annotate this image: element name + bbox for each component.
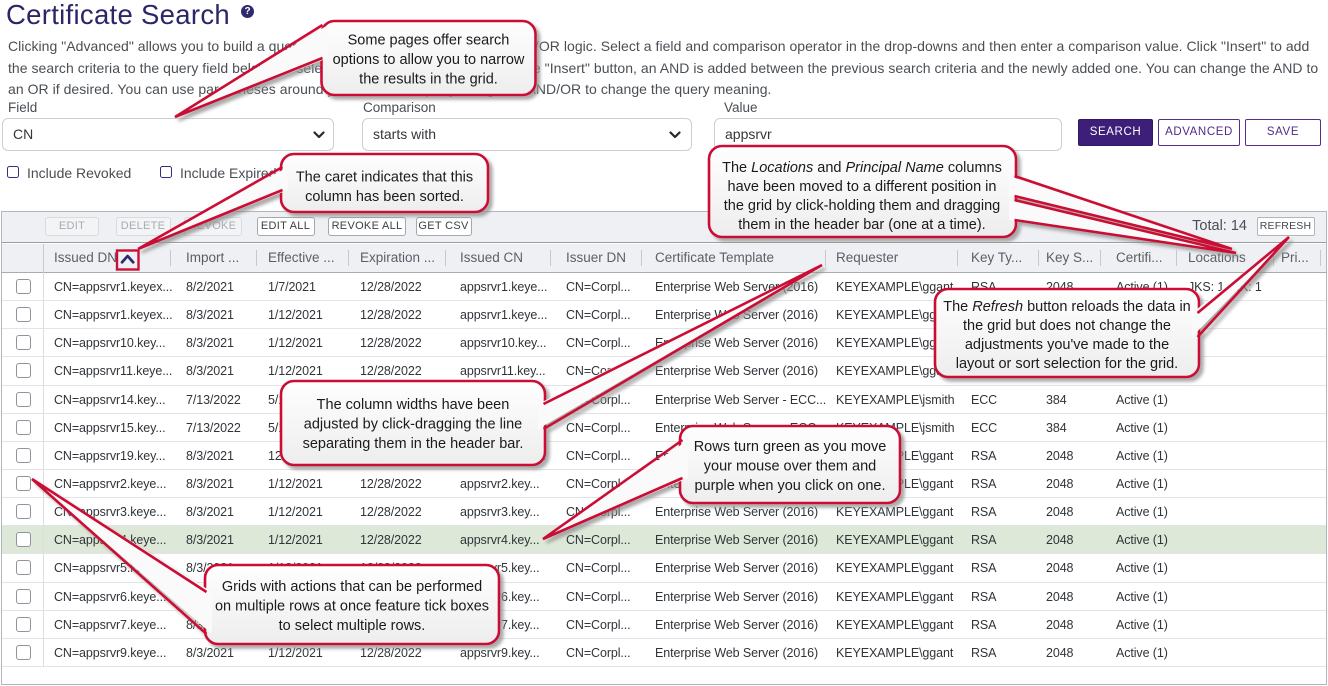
svg-text:column has been sorted.: column has been sorted. xyxy=(305,189,464,205)
svg-text:have been moved to a different: have been moved to a different position … xyxy=(728,179,997,195)
svg-text:The Locations and Principal Na: The Locations and Principal Name columns xyxy=(722,160,1002,176)
svg-text:The caret indicates that this: The caret indicates that this xyxy=(296,170,473,186)
